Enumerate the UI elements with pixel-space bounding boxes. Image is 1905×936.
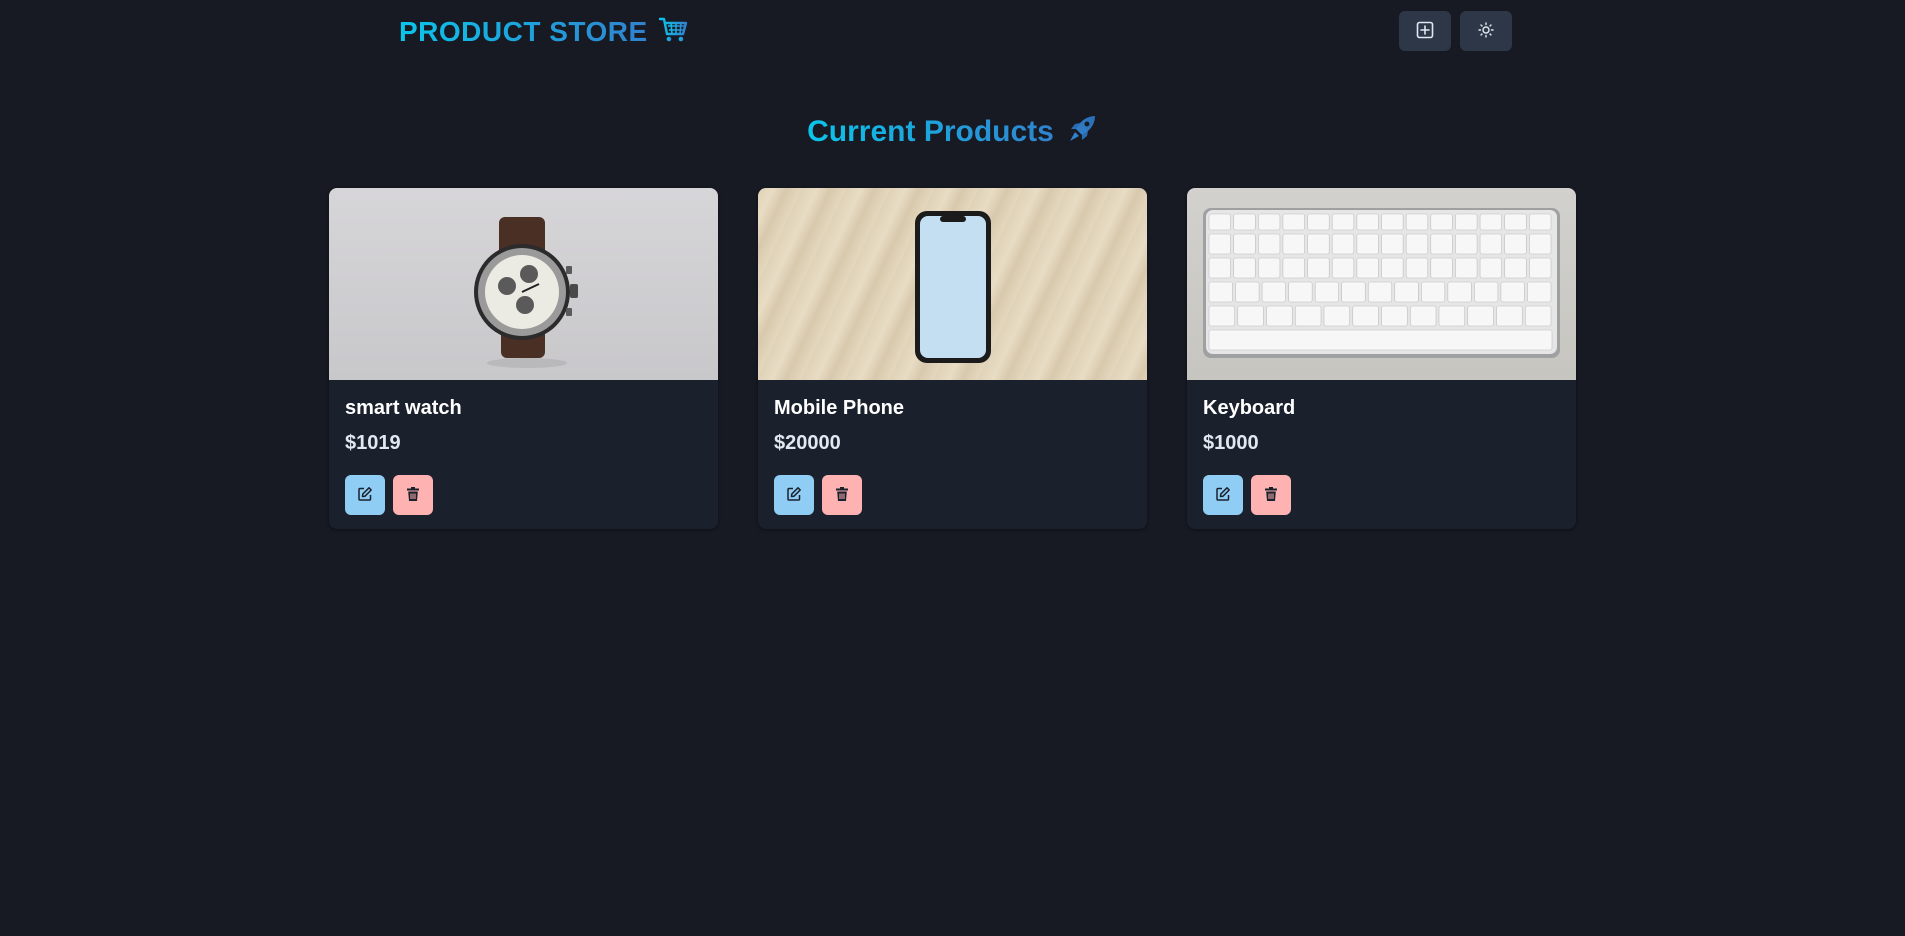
shopping-cart-icon <box>658 16 688 49</box>
product-card: smart watch $1019 <box>329 188 718 529</box>
rocket-icon <box>1066 113 1098 150</box>
page-heading: Current Products <box>0 113 1905 150</box>
create-product-button[interactable] <box>1399 11 1451 51</box>
trash-icon <box>1264 486 1278 505</box>
brand-title: PRODUCT STORE <box>399 16 648 47</box>
smartphone-photo <box>758 188 1147 380</box>
edit-product-button[interactable] <box>1203 475 1243 515</box>
trash-icon <box>406 486 420 505</box>
edit-product-button[interactable] <box>345 475 385 515</box>
product-card: Mobile Phone $20000 <box>758 188 1147 529</box>
delete-product-button[interactable] <box>1251 475 1291 515</box>
edit-icon <box>357 486 373 505</box>
edit-product-button[interactable] <box>774 475 814 515</box>
product-card: Keyboard $1000 <box>1187 188 1576 529</box>
product-price: $1000 <box>1203 432 1259 454</box>
sun-icon <box>1478 21 1494 41</box>
page-title: Current Products <box>807 114 1054 148</box>
delete-product-button[interactable] <box>393 475 433 515</box>
toggle-theme-button[interactable] <box>1460 11 1512 51</box>
edit-icon <box>1215 486 1231 505</box>
product-grid: smart watch $1019 Mobile Phone $20000 Ke… <box>329 188 1576 529</box>
product-name: Keyboard <box>1203 397 1296 419</box>
product-price: $20000 <box>774 432 841 454</box>
plus-square-icon <box>1416 21 1434 42</box>
delete-product-button[interactable] <box>822 475 862 515</box>
wristwatch-photo <box>329 188 718 380</box>
product-name: smart watch <box>345 397 462 419</box>
navbar: PRODUCT STORE <box>0 0 1905 64</box>
keyboard-photo <box>1187 188 1576 380</box>
brand-link[interactable]: PRODUCT STORE <box>399 15 688 49</box>
edit-icon <box>786 486 802 505</box>
product-price: $1019 <box>345 432 401 454</box>
trash-icon <box>835 486 849 505</box>
product-name: Mobile Phone <box>774 397 904 419</box>
